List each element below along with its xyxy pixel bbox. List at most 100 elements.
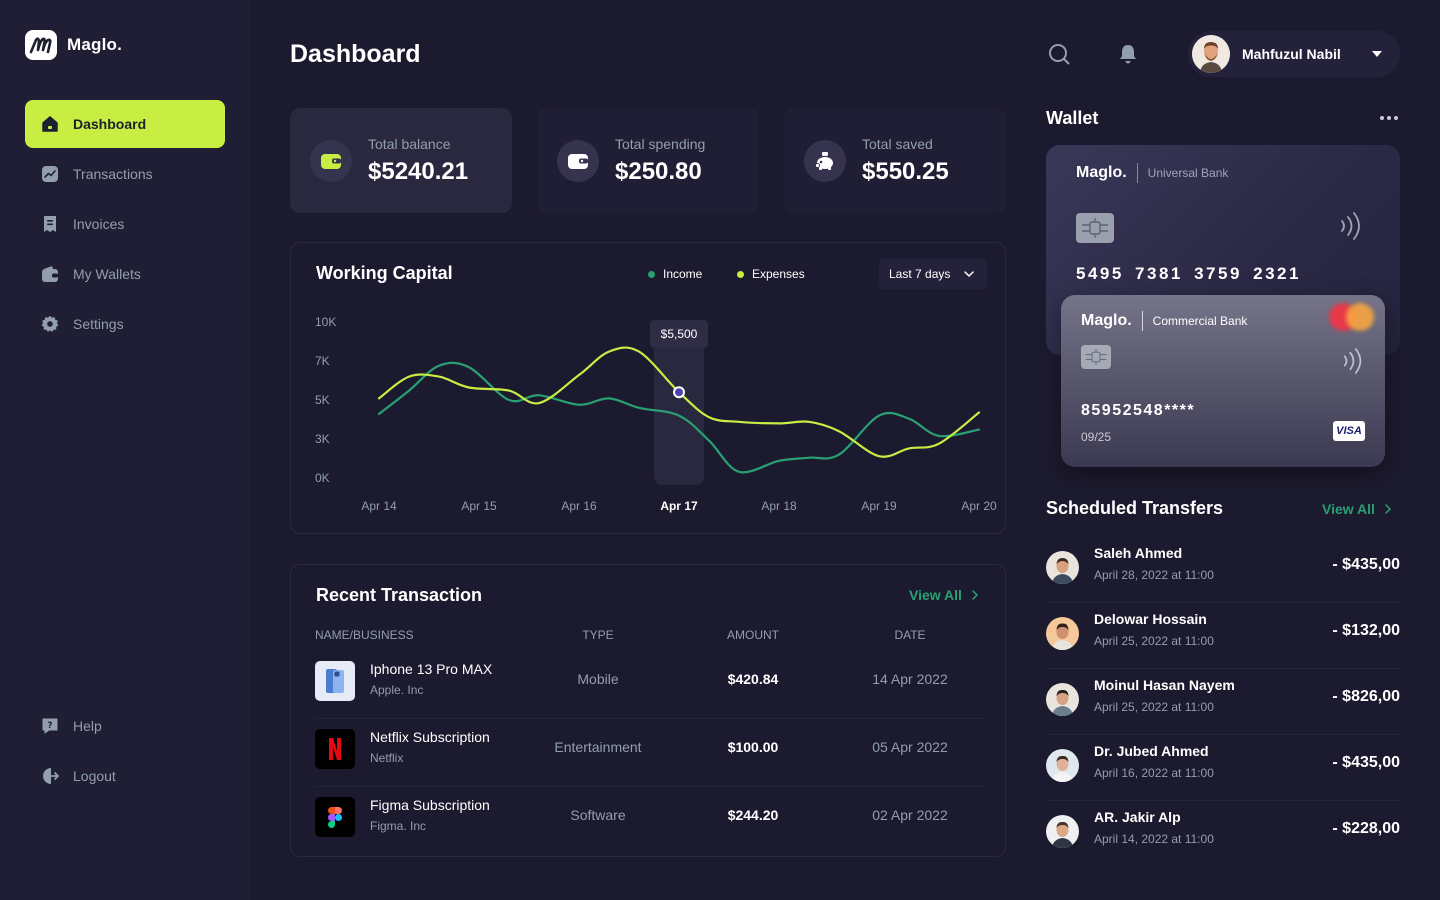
sidebar-item-help[interactable]: ? Help bbox=[25, 702, 225, 750]
transfer-name: Dr. Jubed Ahmed bbox=[1094, 743, 1209, 759]
wallet-card-commercial-bank[interactable]: Maglo. Commercial Bank 85952548**** 09/2… bbox=[1061, 295, 1385, 467]
y-tick-label: 3K bbox=[315, 432, 330, 446]
list-item[interactable]: Dr. Jubed Ahmed April 16, 2022 at 11:00 … bbox=[1046, 735, 1400, 801]
y-tick-label: 10K bbox=[315, 315, 336, 329]
stat-label: Total spending bbox=[615, 135, 706, 152]
search-icon bbox=[1049, 44, 1070, 65]
help-icon: ? bbox=[42, 718, 58, 734]
wallet-icon bbox=[42, 266, 58, 282]
sidebar-item-label: Help bbox=[73, 718, 102, 734]
list-item[interactable]: AR. Jakir Alp April 14, 2022 at 11:00 - … bbox=[1046, 801, 1400, 867]
sidebar-nav: Dashboard Transactions Invoices My Walle… bbox=[25, 100, 225, 350]
list-item[interactable]: Delowar Hossain April 25, 2022 at 11:00 … bbox=[1046, 603, 1400, 669]
scheduled-transfers-view-all-link[interactable]: View All bbox=[1322, 501, 1391, 517]
avatar bbox=[1046, 551, 1079, 584]
y-tick-label: 5K bbox=[315, 393, 330, 407]
transfer-amount: - $228,00 bbox=[1332, 820, 1400, 837]
search-button[interactable] bbox=[1047, 42, 1071, 66]
transaction-business: Figma. Inc bbox=[370, 819, 427, 833]
transaction-name: Netflix Subscription bbox=[370, 729, 490, 745]
table-row[interactable]: Iphone 13 Pro MAX Apple. Inc Mobile $420… bbox=[315, 651, 983, 719]
x-tick-label: Apr 20 bbox=[961, 499, 997, 513]
table-row[interactable]: Figma Subscription Figma. Inc Software $… bbox=[315, 787, 983, 855]
transaction-type: Software bbox=[570, 807, 626, 823]
sidebar-item-label: Invoices bbox=[73, 216, 125, 232]
recent-transactions-panel: Recent Transaction View All NAME/BUSINES… bbox=[290, 564, 1006, 857]
transaction-type: Mobile bbox=[577, 671, 619, 687]
sidebar-item-dashboard[interactable]: Dashboard bbox=[25, 100, 225, 148]
notifications-button[interactable] bbox=[1116, 42, 1140, 66]
chevron-right-icon bbox=[972, 590, 978, 600]
home-icon bbox=[42, 116, 58, 132]
sidebar-bottom-nav: ? Help Logout bbox=[25, 702, 225, 802]
sidebar-item-label: My Wallets bbox=[73, 266, 141, 282]
avatar bbox=[1192, 35, 1230, 73]
stat-card-total-saved: Total saved $550.25 bbox=[784, 108, 1006, 213]
transaction-type: Entertainment bbox=[554, 739, 642, 755]
working-capital-chart[interactable]: 10K 7K 5K 3K 0K Apr 14 Apr 15 Apr 16 Apr 17 Apr 1… bbox=[291, 243, 1007, 535]
gear-icon bbox=[41, 315, 59, 332]
view-all-label: View All bbox=[909, 587, 962, 603]
stat-value: $5240.21 bbox=[368, 157, 469, 185]
sidebar-item-transactions[interactable]: Transactions bbox=[25, 150, 225, 198]
x-tick-label: Apr 17 bbox=[660, 499, 698, 513]
column-header-type: TYPE bbox=[582, 628, 614, 642]
sidebar-item-invoices[interactable]: Invoices bbox=[25, 200, 225, 248]
more-options-icon[interactable] bbox=[1380, 116, 1398, 120]
contactless-icon bbox=[1341, 212, 1360, 240]
card-brand: Maglo. Universal Bank bbox=[1076, 163, 1228, 183]
chevron-down-icon bbox=[1372, 51, 1382, 57]
card-bank-name: Universal Bank bbox=[1147, 166, 1229, 180]
sidebar-item-settings[interactable]: Settings bbox=[25, 300, 225, 348]
list-item[interactable]: Saleh Ahmed April 28, 2022 at 11:00 - $4… bbox=[1046, 537, 1400, 603]
transaction-name: Figma Subscription bbox=[370, 797, 490, 813]
piggy-bank-icon bbox=[804, 139, 846, 182]
transfer-amount: - $132,00 bbox=[1332, 622, 1400, 639]
card-brand-name: Maglo. bbox=[1081, 312, 1132, 329]
avatar bbox=[1046, 617, 1079, 650]
contactless-icon bbox=[1343, 348, 1362, 374]
transaction-date: 05 Apr 2022 bbox=[872, 739, 948, 755]
iphone-icon bbox=[315, 661, 355, 701]
sidebar-item-label: Dashboard bbox=[73, 116, 147, 132]
sidebar-item-label: Transactions bbox=[73, 166, 153, 182]
working-capital-panel: Working Capital Income Expenses Last 7 d… bbox=[290, 242, 1006, 534]
highlight-point bbox=[673, 386, 685, 399]
transfer-date: April 14, 2022 at 11:00 bbox=[1094, 832, 1214, 846]
y-tick-label: 0K bbox=[315, 471, 330, 485]
card-bank-name: Commercial Bank bbox=[1152, 314, 1248, 328]
transfer-name: Delowar Hossain bbox=[1094, 611, 1207, 627]
transaction-amount: $420.84 bbox=[727, 671, 779, 687]
chevron-right-icon bbox=[1385, 504, 1391, 514]
bell-icon bbox=[1120, 45, 1136, 64]
transaction-date: 14 Apr 2022 bbox=[872, 671, 948, 687]
visa-logo: VISA bbox=[1333, 421, 1365, 441]
transaction-business: Netflix bbox=[370, 751, 404, 765]
app-logo[interactable]: Maglo. bbox=[25, 30, 122, 60]
transactions-icon bbox=[42, 166, 58, 182]
page-title: Dashboard bbox=[290, 40, 421, 68]
svg-text:?: ? bbox=[47, 721, 52, 731]
chip-icon bbox=[1081, 345, 1111, 369]
stat-label: Total saved bbox=[862, 135, 933, 152]
transfer-name: AR. Jakir Alp bbox=[1094, 809, 1181, 825]
scheduled-transfers-title: Scheduled Transfers bbox=[1046, 498, 1224, 518]
list-item[interactable]: Moinul Hasan Nayem April 25, 2022 at 11:… bbox=[1046, 669, 1400, 735]
table-row[interactable]: Netflix Subscription Netflix Entertainme… bbox=[315, 719, 983, 787]
transfer-amount: - $435,00 bbox=[1332, 754, 1400, 771]
transaction-amount: $244.20 bbox=[727, 807, 779, 823]
transfer-name: Moinul Hasan Nayem bbox=[1094, 677, 1235, 693]
user-profile-menu[interactable]: Mahfuzul Nabil bbox=[1188, 31, 1400, 77]
card-brand: Maglo. Commercial Bank bbox=[1081, 311, 1247, 331]
transaction-business: Apple. Inc bbox=[370, 683, 424, 697]
invoices-icon bbox=[44, 216, 56, 232]
logo-mark-icon bbox=[25, 30, 57, 60]
sidebar-item-logout[interactable]: Logout bbox=[25, 752, 225, 800]
figma-icon bbox=[315, 797, 355, 837]
wallet-icon bbox=[310, 139, 352, 182]
x-tick-label: Apr 14 bbox=[361, 499, 397, 513]
transfer-date: April 16, 2022 at 11:00 bbox=[1094, 766, 1214, 780]
recent-transactions-view-all-link[interactable]: View All bbox=[909, 587, 978, 603]
sidebar-item-my-wallets[interactable]: My Wallets bbox=[25, 250, 225, 298]
chip-icon bbox=[1076, 213, 1114, 243]
